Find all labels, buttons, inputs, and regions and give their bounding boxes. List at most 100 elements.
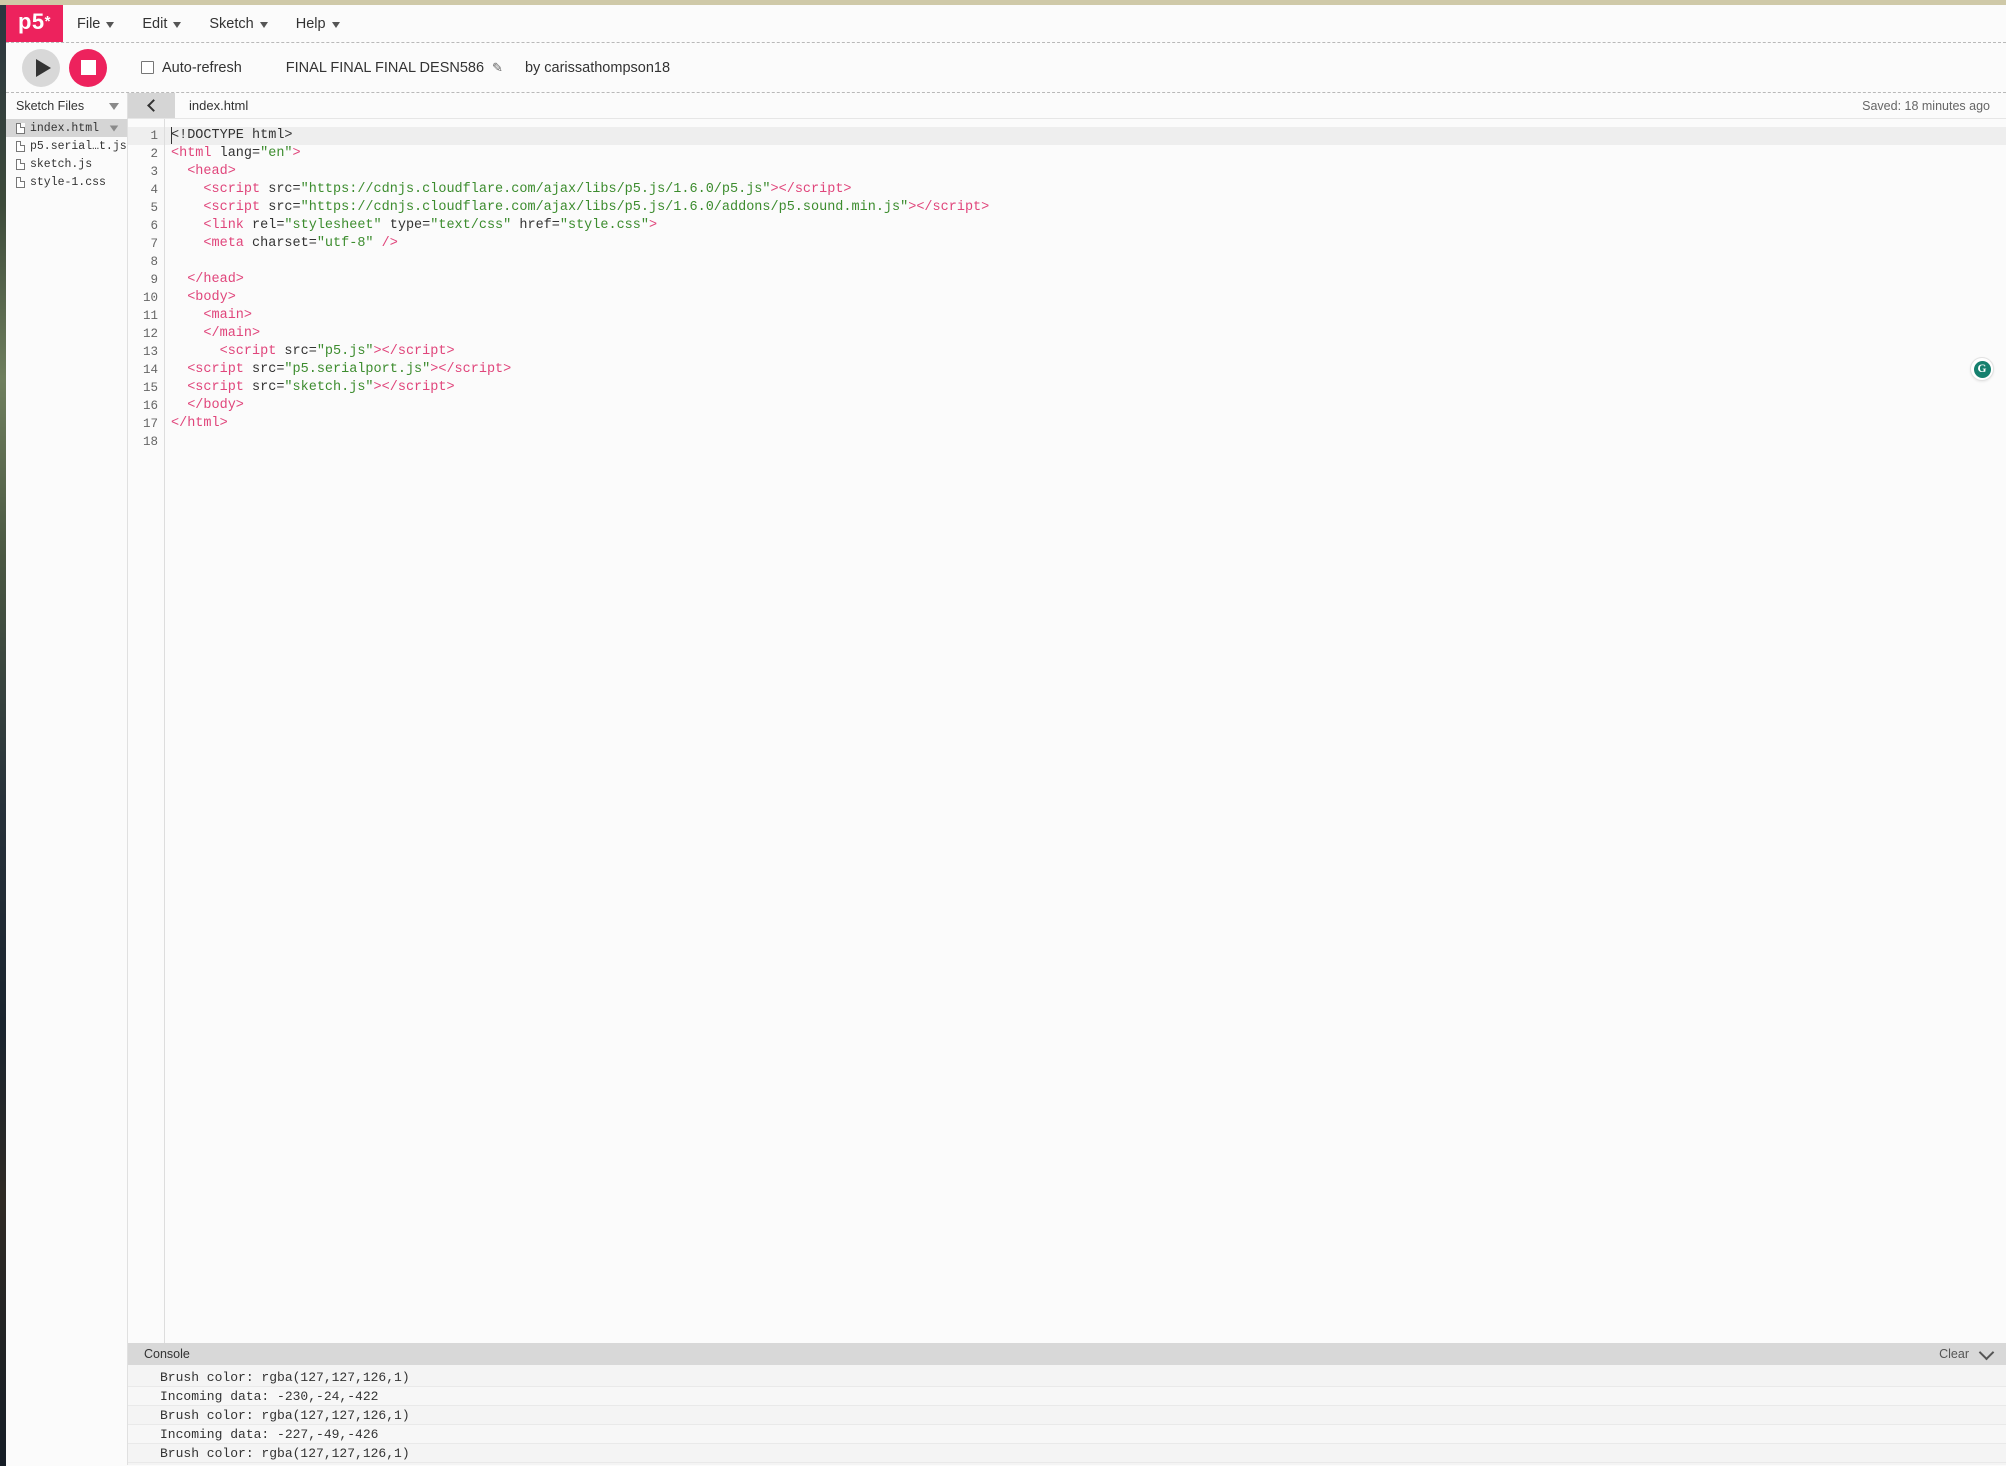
auto-refresh-label: Auto-refresh (162, 60, 242, 76)
chevron-down-icon[interactable] (1979, 1344, 1995, 1360)
code-line[interactable]: </main> (165, 325, 2006, 343)
line-number: 10 (128, 289, 164, 307)
code-token (171, 200, 203, 215)
chevron-down-icon[interactable] (109, 103, 119, 110)
menu-sketch-label: Sketch (209, 16, 253, 32)
file-list: index.html p5.serial…t.js sketch.js style-1… (6, 119, 127, 191)
auto-refresh-control[interactable]: Auto-refresh (141, 60, 242, 76)
sketch-author[interactable]: by carissathompson18 (525, 60, 670, 76)
line-number: 8 (128, 253, 164, 271)
code-line[interactable]: <meta charset="utf-8" /> (165, 235, 2006, 253)
sidebar-header[interactable]: Sketch Files (6, 93, 127, 119)
code-line[interactable]: <script src="https://cdnjs.cloudflare.co… (165, 199, 2006, 217)
line-number: 12 (128, 325, 164, 343)
file-item[interactable]: p5.serial…t.js (6, 137, 127, 155)
code-line[interactable]: <script src="sketch.js"></script> (165, 379, 2006, 397)
file-item-label: style-1.css (30, 176, 119, 189)
code-token: "style.css" (560, 218, 649, 233)
grammarly-icon[interactable]: G (1970, 357, 1994, 381)
line-number: 16 (128, 397, 164, 415)
code-token: <body> (187, 290, 236, 305)
code-line[interactable]: <script src="p5.serialport.js"></script> (165, 361, 2006, 379)
code-token (171, 398, 187, 413)
menu-file[interactable]: File (63, 5, 128, 42)
code-line[interactable]: <script src="p5.js"></script> (165, 343, 2006, 361)
code-token (171, 344, 220, 359)
sidebar-collapse-button[interactable] (128, 93, 175, 118)
code-token: ></script> (908, 200, 989, 215)
code-line[interactable]: <!DOCTYPE html> (165, 127, 2006, 145)
line-number: 5 (128, 199, 164, 217)
code-line[interactable]: <script src="https://cdnjs.cloudflare.co… (165, 181, 2006, 199)
code-token: <!DOCTYPE html> (171, 128, 293, 143)
line-number: 1 (128, 127, 164, 145)
code-line[interactable] (165, 253, 2006, 271)
code-line[interactable]: <html lang="en"> (165, 145, 2006, 163)
code-token: </head> (187, 272, 244, 287)
line-number: 2 (128, 145, 164, 163)
code-line[interactable] (165, 433, 2006, 451)
grammarly-letter: G (1974, 361, 1991, 378)
line-number: 14 (128, 361, 164, 379)
code-line[interactable]: <main> (165, 307, 2006, 325)
sidebar-header-label: Sketch Files (16, 99, 84, 113)
file-item[interactable]: index.html (6, 119, 127, 137)
code-token: </main> (203, 326, 260, 341)
file-item-label: p5.serial…t.js (30, 140, 127, 153)
menu-edit[interactable]: Edit (128, 5, 195, 42)
code-token: "text/css" (430, 218, 511, 233)
code-token: </html> (171, 416, 228, 431)
toolbar: Auto-refresh FINAL FINAL FINAL DESN586 ✎… (6, 43, 2006, 93)
current-file-label: index.html (189, 98, 248, 113)
code-line[interactable]: <body> (165, 289, 2006, 307)
play-button[interactable] (22, 49, 60, 87)
stop-button[interactable] (69, 49, 107, 87)
console-clear-button[interactable]: Clear (1939, 1347, 1969, 1361)
code-token (171, 380, 187, 395)
code-token: ></script> (430, 362, 511, 377)
line-number: 11 (128, 307, 164, 325)
code-line[interactable]: <link rel="stylesheet" type="text/css" h… (165, 217, 2006, 235)
code-token: src= (284, 344, 316, 359)
console-line: Incoming data: -227,-49,-426 (128, 1425, 2006, 1444)
code-content[interactable]: <!DOCTYPE html> <html lang="en"> <head> <… (165, 119, 2006, 1343)
tab-index-html[interactable]: index.html (175, 93, 262, 118)
file-item[interactable]: style-1.css (6, 173, 127, 191)
line-number: 6 (128, 217, 164, 235)
p5-logo[interactable]: p5* (6, 5, 63, 42)
file-item-label: index.html (30, 122, 104, 135)
menu-sketch[interactable]: Sketch (195, 5, 281, 42)
code-line[interactable]: </html> (165, 415, 2006, 433)
code-token (171, 182, 203, 197)
line-number-gutter: 123456789101112131415161718 (128, 119, 165, 1343)
code-token (171, 308, 203, 323)
file-options-icon[interactable] (110, 125, 119, 131)
chevron-left-icon (147, 99, 160, 112)
editor-tabbar: index.html Saved: 18 minutes ago (128, 93, 2006, 119)
code-editor[interactable]: 123456789101112131415161718 <!DOCTYPE ht… (128, 119, 2006, 1343)
sketch-name[interactable]: FINAL FINAL FINAL DESN586 ✎ (286, 60, 503, 76)
code-line[interactable]: </body> (165, 397, 2006, 415)
file-item-label: sketch.js (30, 158, 119, 171)
sketch-files-sidebar: Sketch Files index.html p5.serial…t.js ske… (6, 93, 128, 1465)
code-token: <script (187, 380, 252, 395)
pencil-icon[interactable]: ✎ (492, 60, 503, 76)
code-token: <script (203, 200, 268, 215)
navbar: p5* File Edit Sketch Help (6, 5, 2006, 43)
menu-help[interactable]: Help (282, 5, 354, 42)
code-token (171, 236, 203, 251)
code-line[interactable]: </head> (165, 271, 2006, 289)
code-token: href= (511, 218, 560, 233)
code-token: src= (268, 182, 300, 197)
console-output: Brush color: rgba(127,127,126,1)Incoming… (128, 1365, 2006, 1465)
code-token: charset= (252, 236, 317, 251)
line-number: 4 (128, 181, 164, 199)
code-token: src= (252, 362, 284, 377)
code-token: ></script> (771, 182, 852, 197)
editor-column: index.html Saved: 18 minutes ago 1234567… (128, 93, 2006, 1465)
line-number: 3 (128, 163, 164, 181)
file-item[interactable]: sketch.js (6, 155, 127, 173)
console-panel: Console Clear Brush color: rgba(127,127,… (128, 1343, 2006, 1465)
auto-refresh-checkbox[interactable] (141, 61, 154, 74)
code-line[interactable]: <head> (165, 163, 2006, 181)
